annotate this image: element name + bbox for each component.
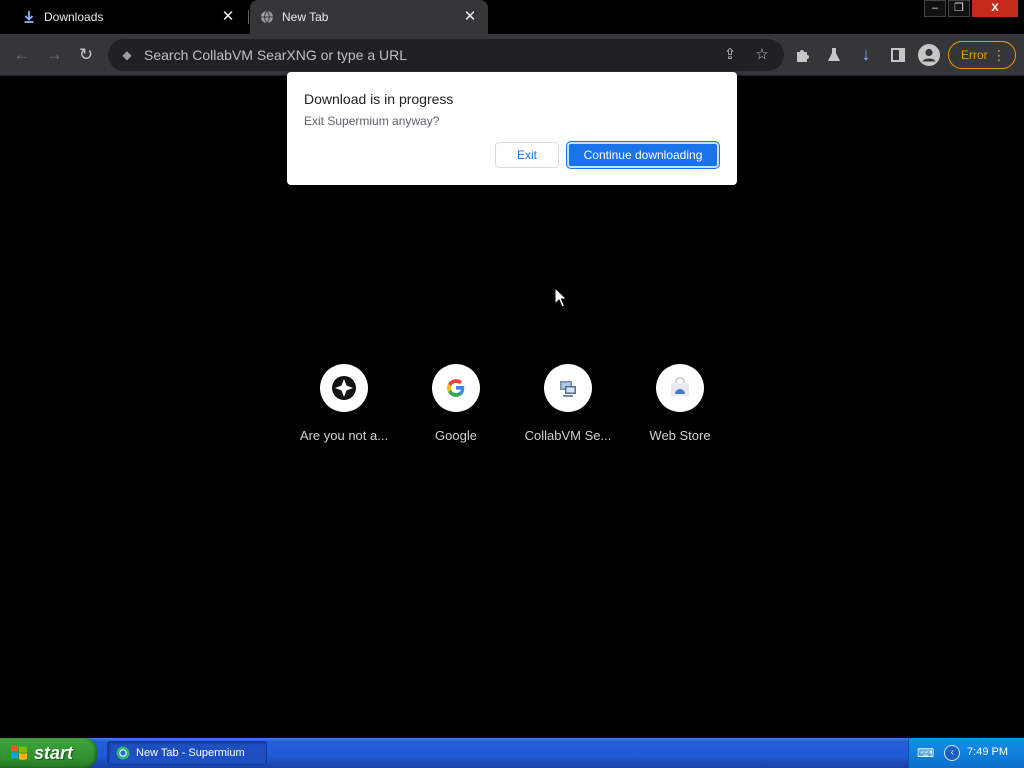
mouse-pointer-icon	[554, 287, 567, 308]
labs-flask-icon[interactable]	[824, 45, 844, 65]
shortcut-tile[interactable]: Web Store	[624, 364, 736, 443]
clock: 7:49 PM	[967, 746, 1008, 758]
keyboard-icon[interactable]: ⌨	[917, 746, 934, 760]
close-icon[interactable]: ✕	[462, 9, 478, 25]
shortcut-icon-circle	[656, 364, 704, 412]
download-icon	[24, 11, 34, 23]
shortcut-tiles: Are you not a... Google CollabVM Se... W…	[288, 364, 736, 454]
system-tray: ⌨ ‹ 7:49 PM	[908, 738, 1024, 768]
exit-confirmation-dialog: Download is in progress Exit Supermium a…	[287, 72, 737, 185]
window-close-button[interactable]: X	[972, 0, 1018, 17]
tab-separator	[248, 10, 249, 24]
start-label: start	[34, 742, 74, 763]
shortcut-label: Google	[435, 428, 477, 443]
address-bar[interactable]: ◆ Search CollabVM SearXNG or type a URL …	[108, 39, 784, 71]
profile-avatar-icon[interactable]	[918, 44, 940, 66]
taskbar-item-supermium[interactable]: New Tab - Supermium	[107, 741, 267, 765]
exit-button[interactable]: Exit	[495, 142, 559, 168]
search-engine-icon: ◆	[122, 48, 132, 62]
share-icon[interactable]: ⇪	[720, 45, 740, 65]
compass-icon	[332, 376, 356, 400]
download-icon[interactable]: ↓	[856, 45, 876, 65]
shortcut-icon-circle	[432, 364, 480, 412]
shortcut-tile[interactable]: Google	[400, 364, 512, 443]
browser-toolbar: ← → ↻ ◆ Search CollabVM SearXNG or type …	[0, 34, 1024, 76]
taskbar-item-label: New Tab - Supermium	[136, 747, 245, 759]
tab-title: Downloads	[44, 10, 104, 24]
shortcut-icon-circle	[544, 364, 592, 412]
tab-new-tab[interactable]: New Tab ✕	[250, 0, 488, 34]
error-menu-button[interactable]: Error ⋮	[948, 41, 1016, 69]
side-panel-icon[interactable]	[888, 45, 908, 65]
start-button[interactable]: start	[0, 738, 97, 768]
shortcut-label: CollabVM Se...	[524, 428, 612, 443]
desktop-screen: Downloads ✕ New Tab ✕ – ❐ X ← → ↻ ◆ Sear…	[0, 0, 1024, 768]
shortcut-tile[interactable]: Are you not a...	[288, 364, 400, 443]
dialog-title: Download is in progress	[304, 91, 454, 107]
window-controls: – ❐ X	[924, 0, 1018, 18]
dialog-message: Exit Supermium anyway?	[304, 114, 440, 128]
shortcut-label: Web Store	[649, 428, 711, 443]
bookmark-star-icon[interactable]: ☆	[752, 45, 772, 65]
extensions-puzzle-icon[interactable]	[792, 45, 812, 65]
reload-icon[interactable]: ↻	[76, 45, 96, 65]
continue-downloading-button[interactable]: Continue downloading	[567, 142, 719, 168]
error-label: Error	[961, 48, 988, 62]
tab-strip: Downloads ✕ New Tab ✕ – ❐ X	[0, 0, 1024, 34]
show-hidden-icons-icon[interactable]: ‹	[944, 745, 961, 761]
back-arrow-icon[interactable]: ←	[12, 45, 32, 65]
supermium-icon	[116, 746, 130, 760]
shortcut-icon-circle	[320, 364, 368, 412]
address-bar-placeholder: Search CollabVM SearXNG or type a URL	[144, 47, 407, 63]
tab-title: New Tab	[282, 10, 329, 24]
minimize-button[interactable]: –	[924, 0, 946, 17]
close-icon[interactable]: ✕	[220, 9, 236, 25]
windows-logo-icon	[11, 745, 27, 760]
shortcut-tile[interactable]: CollabVM Se...	[512, 364, 624, 443]
more-menu-icon: ⋮	[992, 47, 1006, 63]
shortcut-label: Are you not a...	[299, 428, 389, 443]
web-store-icon	[671, 377, 689, 396]
forward-arrow-icon[interactable]: →	[44, 45, 64, 65]
taskbar: start New Tab - Supermium ⌨ ‹ 7:49 PM	[0, 738, 1024, 768]
collabvm-icon	[560, 381, 576, 397]
restore-button[interactable]: ❐	[948, 0, 970, 17]
tab-downloads[interactable]: Downloads ✕	[8, 0, 244, 34]
globe-icon	[261, 10, 273, 24]
google-icon	[447, 379, 465, 397]
